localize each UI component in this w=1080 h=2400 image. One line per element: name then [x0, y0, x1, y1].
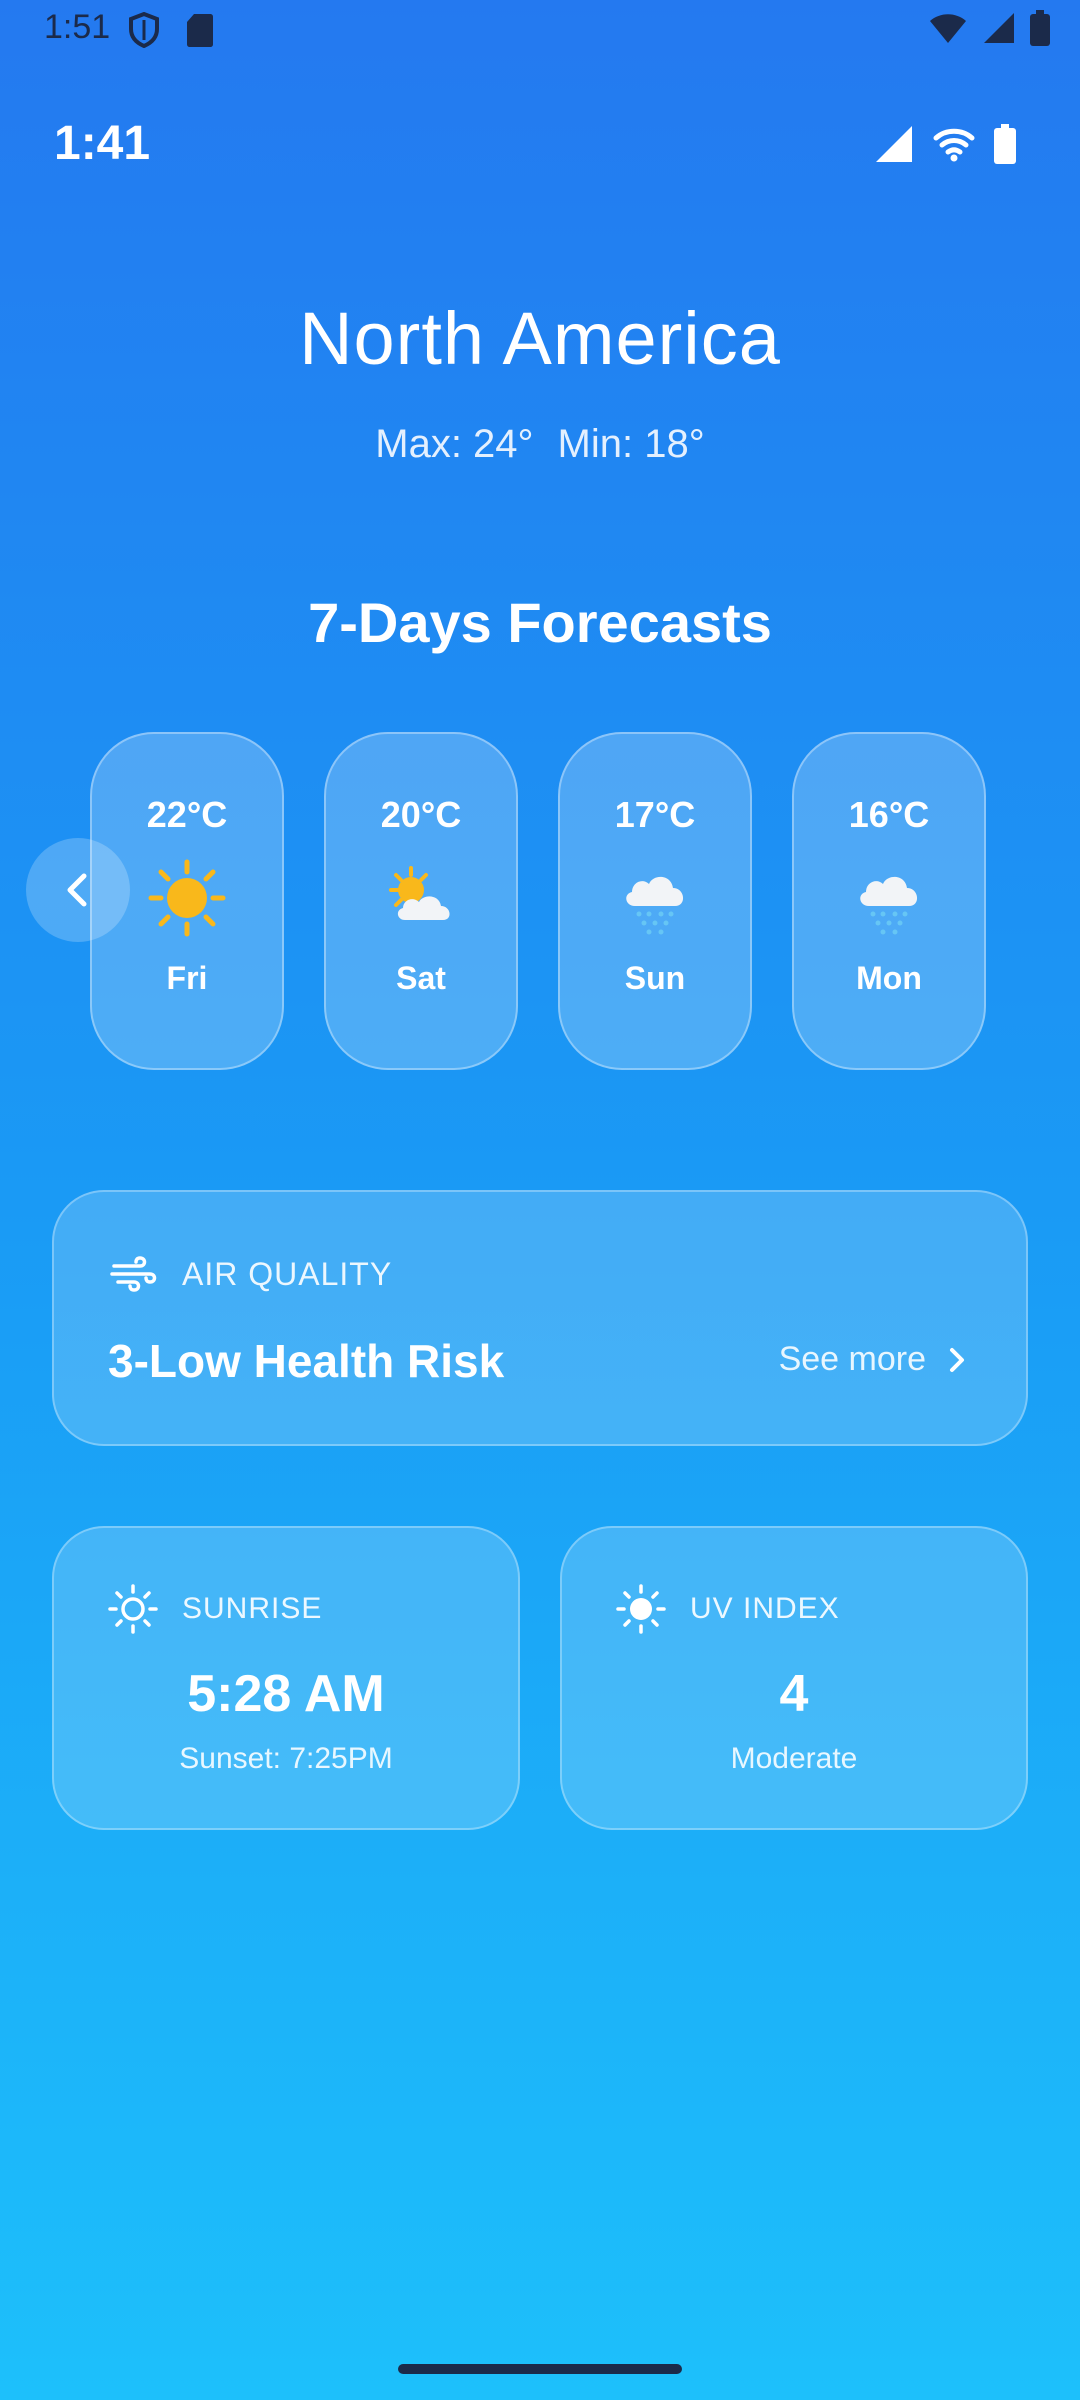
rain-cloud-icon	[860, 876, 918, 935]
max-temperature: Max: 24°	[375, 422, 534, 466]
air-quality-value: 3-Low Health Risk	[108, 1335, 505, 1387]
battery-icon	[994, 124, 1016, 164]
forecast-card-sat[interactable]: 20°C Sat	[324, 732, 518, 1070]
uv-index-label: UV INDEX	[690, 1592, 840, 1625]
forecast-day: Sun	[624, 960, 686, 996]
sd-card-icon	[187, 14, 213, 47]
wifi-icon	[930, 14, 966, 43]
chevron-right-icon	[950, 1347, 964, 1372]
temperature-range: Max: 24° Min: 18°	[0, 422, 1080, 467]
sunset-time: Sunset: 7:25PM	[179, 1742, 393, 1775]
chevron-left-icon	[67, 873, 87, 907]
forecast-title: 7-Days Forecasts	[308, 591, 772, 654]
location-title: North America	[299, 297, 781, 380]
home-indicator[interactable]	[398, 2364, 682, 2374]
uv-index-card[interactable]: UV INDEX 4 Moderate	[560, 1526, 1028, 1830]
battery-icon	[1030, 10, 1050, 46]
cell-signal-icon	[876, 126, 912, 162]
forecast-temp: 16°C	[848, 794, 930, 835]
forecast-card-mon[interactable]: 16°C Mon	[792, 732, 986, 1070]
sun-outline-icon	[108, 1584, 158, 1634]
forecast-temp: 20°C	[380, 794, 462, 835]
see-more-label: See more	[778, 1340, 926, 1378]
min-temperature: Min: 18°	[557, 422, 705, 466]
uv-index-value: 4	[779, 1665, 809, 1723]
cell-signal-icon	[984, 13, 1014, 43]
sunrise-label: SUNRISE	[182, 1592, 323, 1625]
app-clock: 1:41	[54, 117, 151, 170]
forecast-day: Mon	[856, 960, 922, 996]
wifi-icon	[933, 128, 975, 162]
uv-index-level: Moderate	[730, 1742, 858, 1775]
sunrise-card[interactable]: SUNRISE 5:28 AM Sunset: 7:25PM	[52, 1526, 520, 1830]
wind-icon	[110, 1256, 157, 1292]
forecast-day: Fri	[166, 960, 208, 996]
forecast-temp: 17°C	[614, 794, 696, 835]
app-status-icons	[874, 124, 1016, 164]
air-quality-card[interactable]: AIR QUALITY 3-Low Health Risk See more	[52, 1190, 1028, 1446]
system-status-bar: 1:51	[0, 0, 1080, 64]
forecast-prev-button[interactable]	[26, 838, 130, 942]
forecast-temp: 22°C	[146, 794, 228, 835]
sunrise-time: 5:28 AM	[187, 1665, 385, 1723]
shield-icon	[129, 12, 159, 48]
see-more-link[interactable]: See more	[779, 1340, 966, 1379]
forecast-card-sun[interactable]: 17°C Sun	[558, 732, 752, 1070]
system-clock: 1:51	[44, 8, 111, 46]
sun-filled-icon	[616, 1584, 666, 1634]
forecast-day: Sat	[396, 960, 446, 996]
air-quality-label: AIR QUALITY	[182, 1256, 393, 1292]
forecast-list: 22°C Fri 20°C Sat 17°C Sun 16°C Mon	[90, 732, 986, 1070]
rain-cloud-icon	[626, 876, 684, 935]
partly-cloudy-icon	[389, 866, 450, 920]
sun-icon	[148, 859, 226, 937]
